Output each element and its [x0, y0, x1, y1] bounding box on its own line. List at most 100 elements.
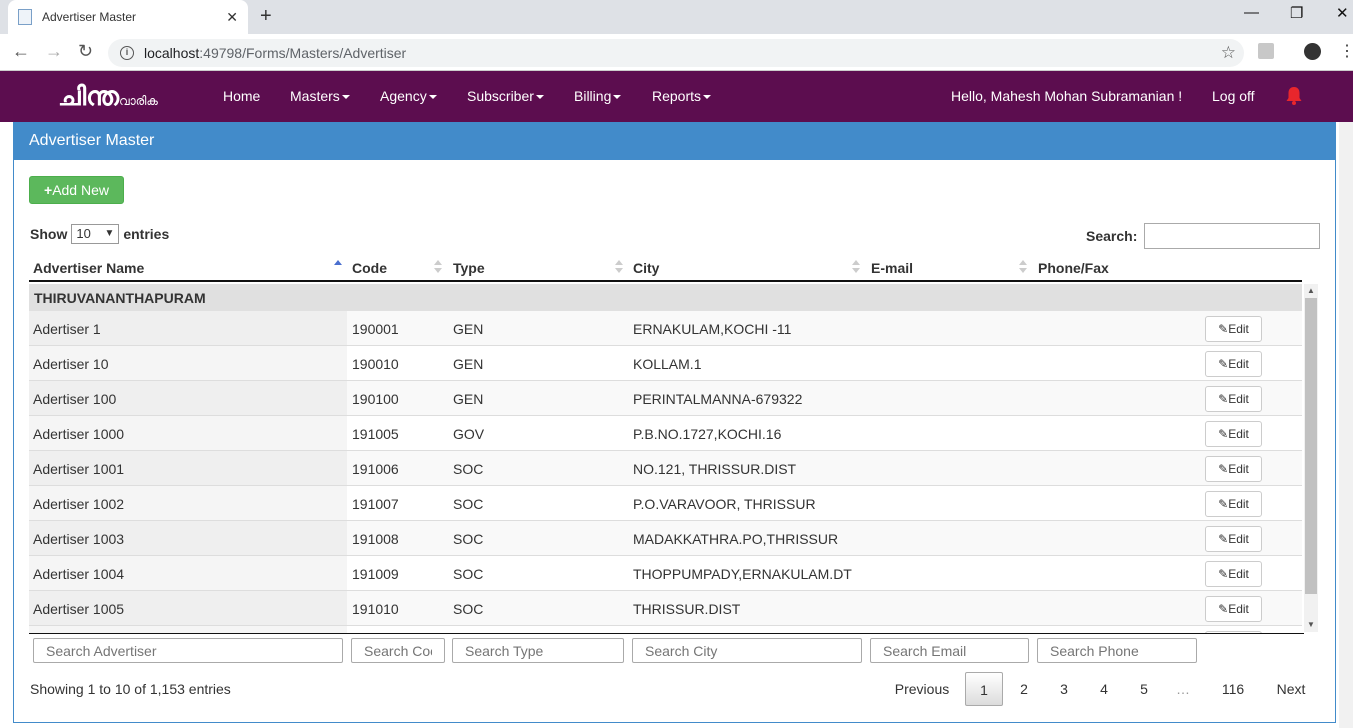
edit-button[interactable]: ✎Edit [1205, 491, 1262, 517]
nav-reports[interactable]: Reports [652, 88, 712, 104]
col-code[interactable]: Code [352, 260, 387, 276]
cell-type: GEN [453, 321, 484, 337]
entries-length-control: Show 10 ▼ entries [30, 224, 169, 244]
edit-button[interactable]: ✎Edit [1205, 421, 1262, 447]
page-1-button[interactable]: 1 [965, 672, 1003, 706]
edit-label: Edit [1228, 427, 1249, 441]
scroll-down-icon[interactable]: ▼ [1307, 620, 1315, 629]
pencil-icon: ✎ [1218, 427, 1229, 441]
search-advertiser-input[interactable] [33, 638, 343, 663]
search-email-input[interactable] [870, 638, 1029, 663]
add-new-button[interactable]: +Add New [29, 176, 124, 204]
back-icon[interactable]: ← [12, 41, 30, 62]
table-row: Adertiser 1002 191007 SOC P.O.VARAVOOR, THR… [29, 486, 1302, 521]
edit-label: Edit [1228, 357, 1249, 371]
entries-select-value: 10 [76, 226, 91, 241]
nav-agency[interactable]: Agency [380, 88, 437, 104]
menu-dots-icon[interactable]: ⋮ [1339, 41, 1353, 61]
col-city[interactable]: City [633, 260, 659, 276]
cell-advertiser-name: Adertiser 1004 [33, 566, 125, 582]
cell-code: 191006 [352, 461, 399, 477]
edit-button[interactable]: ✎Edit [1205, 526, 1262, 552]
browser-tab[interactable]: Advertiser Master ✕ [8, 0, 248, 34]
cell-code: 190100 [352, 391, 399, 407]
scrollbar-thumb[interactable] [1305, 298, 1317, 594]
table-search-input[interactable] [1144, 223, 1320, 249]
nav-masters[interactable]: Masters [290, 88, 350, 104]
cell-code: 190001 [352, 321, 399, 337]
cell-advertiser-name: Adertiser 1000 [33, 426, 125, 442]
add-new-label: Add New [52, 182, 109, 198]
logo-sub-text: വാരിക [119, 94, 158, 108]
cell-code: 191008 [352, 531, 399, 547]
pagination-next[interactable]: Next [1266, 672, 1316, 706]
edit-button[interactable]: ✎Edit [1205, 351, 1262, 377]
col-type[interactable]: Type [453, 260, 485, 276]
close-tab-icon[interactable]: ✕ [226, 9, 238, 26]
cell-advertiser-name: Adertiser 1 [33, 321, 101, 337]
pagination-ellipsis: … [1176, 681, 1190, 697]
cell-code: 191007 [352, 496, 399, 512]
pdf-extension-icon[interactable] [1258, 43, 1274, 59]
window-close-icon[interactable]: ✕ [1336, 4, 1349, 22]
table-info: Showing 1 to 10 of 1,153 entries [30, 681, 231, 697]
page-4-button[interactable]: 4 [1086, 672, 1122, 706]
pagination-previous[interactable]: Previous [882, 672, 962, 706]
search-city-input[interactable] [632, 638, 862, 663]
pencil-icon: ✎ [1218, 392, 1229, 406]
col-advertiser-name[interactable]: Advertiser Name [33, 260, 144, 276]
cell-type: SOC [453, 531, 484, 547]
table-scrollbar[interactable]: ▲ ▼ [1304, 284, 1318, 632]
table-row: Adertiser 1001 191006 SOC NO.121, THRISSUR.… [29, 451, 1302, 486]
url-input[interactable]: i localhost:49798/Forms/Masters/Advertis… [108, 39, 1244, 67]
tab-title: Advertiser Master [42, 10, 137, 24]
new-tab-icon[interactable]: + [260, 5, 272, 28]
minimize-icon[interactable]: — [1244, 4, 1259, 21]
page-scrollbar[interactable] [1339, 122, 1353, 728]
browser-tabbar: Advertiser Master ✕ + — ❐ ✕ [0, 0, 1353, 34]
edit-button[interactable]: ✎Edit [1205, 561, 1262, 587]
table-row: Adertiser 1 190001 GEN ERNAKULAM,KOCHI -11 ✎… [29, 311, 1302, 346]
cell-type: GOV [453, 426, 485, 442]
edit-label: Edit [1228, 567, 1249, 581]
url-host: localhost [144, 45, 200, 61]
pencil-icon: ✎ [1218, 462, 1229, 476]
nav-home[interactable]: Home [223, 88, 260, 104]
search-code-input[interactable] [351, 638, 445, 663]
logoff-link[interactable]: Log off [1212, 88, 1255, 104]
cell-code: 191005 [352, 426, 399, 442]
page-5-button[interactable]: 5 [1126, 672, 1162, 706]
scroll-up-icon[interactable]: ▲ [1307, 286, 1315, 295]
nav-subscriber[interactable]: Subscriber [467, 88, 544, 104]
bookmark-star-icon[interactable]: ☆ [1221, 43, 1236, 63]
nav-billing[interactable]: Billing [574, 88, 622, 104]
bell-icon[interactable] [1285, 86, 1303, 106]
search-phone-input[interactable] [1037, 638, 1197, 663]
search-type-input[interactable] [452, 638, 624, 663]
cell-type: SOC [453, 461, 484, 477]
sort-icon [615, 260, 623, 274]
brand-logo[interactable]: ചിന്തവാരിക [58, 81, 158, 113]
col-email[interactable]: E-mail [871, 260, 913, 276]
info-icon[interactable]: i [120, 46, 134, 60]
restore-icon[interactable]: ❐ [1290, 4, 1303, 22]
page-3-button[interactable]: 3 [1046, 672, 1082, 706]
forward-icon[interactable]: → [45, 41, 63, 62]
edit-button[interactable]: ✎Edit [1205, 316, 1262, 342]
url-path: :49798/Forms/Masters/Advertiser [199, 45, 407, 61]
col-phone-fax[interactable]: Phone/Fax [1038, 260, 1109, 276]
entries-select[interactable]: 10 ▼ [71, 224, 120, 244]
cell-advertiser-name: Adertiser 10 [33, 356, 109, 372]
cell-type: GEN [453, 391, 484, 407]
page-2-button[interactable]: 2 [1006, 672, 1042, 706]
page-116-button[interactable]: 116 [1210, 672, 1256, 706]
reload-icon[interactable]: ↻ [78, 41, 93, 62]
logo-main-text: ചിന്ത [58, 81, 120, 111]
edit-button[interactable]: ✎Edit [1205, 386, 1262, 412]
edit-button[interactable]: ✎Edit [1205, 596, 1262, 622]
profile-avatar-icon[interactable] [1304, 43, 1321, 60]
user-greeting[interactable]: Hello, Mahesh Mohan Subramanian ! [951, 88, 1182, 104]
table-row: Adertiser 10 190010 GEN KOLLAM.1 ✎Edit [29, 346, 1302, 381]
table-footer-divider [29, 633, 1304, 634]
edit-button[interactable]: ✎Edit [1205, 456, 1262, 482]
